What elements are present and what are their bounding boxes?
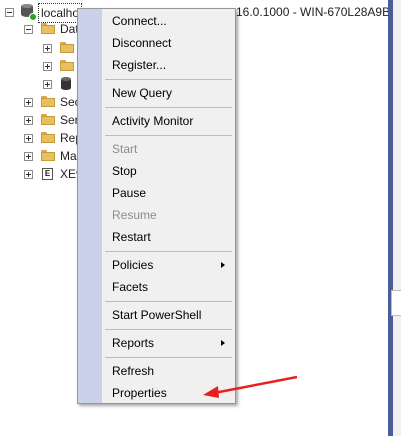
menu-item-pause[interactable]: Pause [78, 182, 235, 204]
folder-icon [60, 60, 74, 71]
menu-separator [105, 301, 232, 302]
menu-item-start: Start [112, 142, 138, 156]
menu-item-restart[interactable]: Restart [78, 226, 235, 248]
expand-toggle[interactable] [43, 62, 52, 71]
expand-toggle[interactable] [43, 44, 52, 53]
tree-node-label: Ser [60, 113, 79, 127]
menu-separator [105, 329, 232, 330]
menu-separator [105, 79, 232, 80]
context-menu: Connect... Disconnect Register... New Qu… [77, 8, 236, 404]
menu-separator [105, 357, 232, 358]
submenu-arrow-icon [221, 262, 225, 268]
scrollbar-track [388, 0, 393, 436]
menu-item-resume: Resume [112, 208, 157, 222]
expand-toggle[interactable] [43, 80, 52, 89]
collapse-toggle[interactable] [24, 25, 33, 34]
expand-toggle[interactable] [24, 134, 33, 143]
server-icon [21, 4, 37, 21]
menu-item-facets[interactable]: Facets [78, 276, 235, 298]
menu-item-new-query[interactable]: New Query [78, 82, 235, 104]
tree-node-label: Dat [60, 22, 79, 36]
expand-toggle[interactable] [24, 170, 33, 179]
server-label-right: 16.0.1000 - WIN-670L28A9B3E\ [236, 5, 401, 19]
folder-icon [41, 23, 55, 34]
menu-separator [105, 107, 232, 108]
expand-toggle[interactable] [24, 116, 33, 125]
submenu-arrow-icon [221, 340, 225, 346]
vertical-scrollbar[interactable] [388, 0, 401, 436]
menu-item-connect[interactable]: Connect... [78, 10, 235, 32]
menu-item-refresh[interactable]: Refresh [78, 360, 235, 382]
server-label-left: localho [41, 6, 80, 20]
folder-icon [41, 150, 55, 161]
menu-item-stop[interactable]: Stop [78, 160, 235, 182]
menu-item-reports[interactable]: Reports [78, 332, 235, 354]
expand-toggle[interactable] [24, 98, 33, 107]
tree-node-label: Ma [60, 149, 77, 163]
database-icon [61, 77, 71, 90]
menu-separator [105, 135, 232, 136]
expand-toggle[interactable] [24, 152, 33, 161]
menu-separator [105, 251, 232, 252]
server-collapse-toggle[interactable] [5, 8, 14, 17]
menu-item-register[interactable]: Register... [78, 54, 235, 76]
folder-icon [41, 132, 55, 143]
panel-edge [391, 290, 401, 316]
folder-icon [60, 42, 74, 53]
menu-item-policies[interactable]: Policies [78, 254, 235, 276]
menu-item-activity-monitor[interactable]: Activity Monitor [78, 110, 235, 132]
xevent-icon: E [42, 168, 53, 180]
menu-item-disconnect[interactable]: Disconnect [78, 32, 235, 54]
folder-icon [41, 96, 55, 107]
menu-item-start-powershell[interactable]: Start PowerShell [78, 304, 235, 326]
menu-item-properties[interactable]: Properties [78, 382, 235, 404]
folder-icon [41, 114, 55, 125]
